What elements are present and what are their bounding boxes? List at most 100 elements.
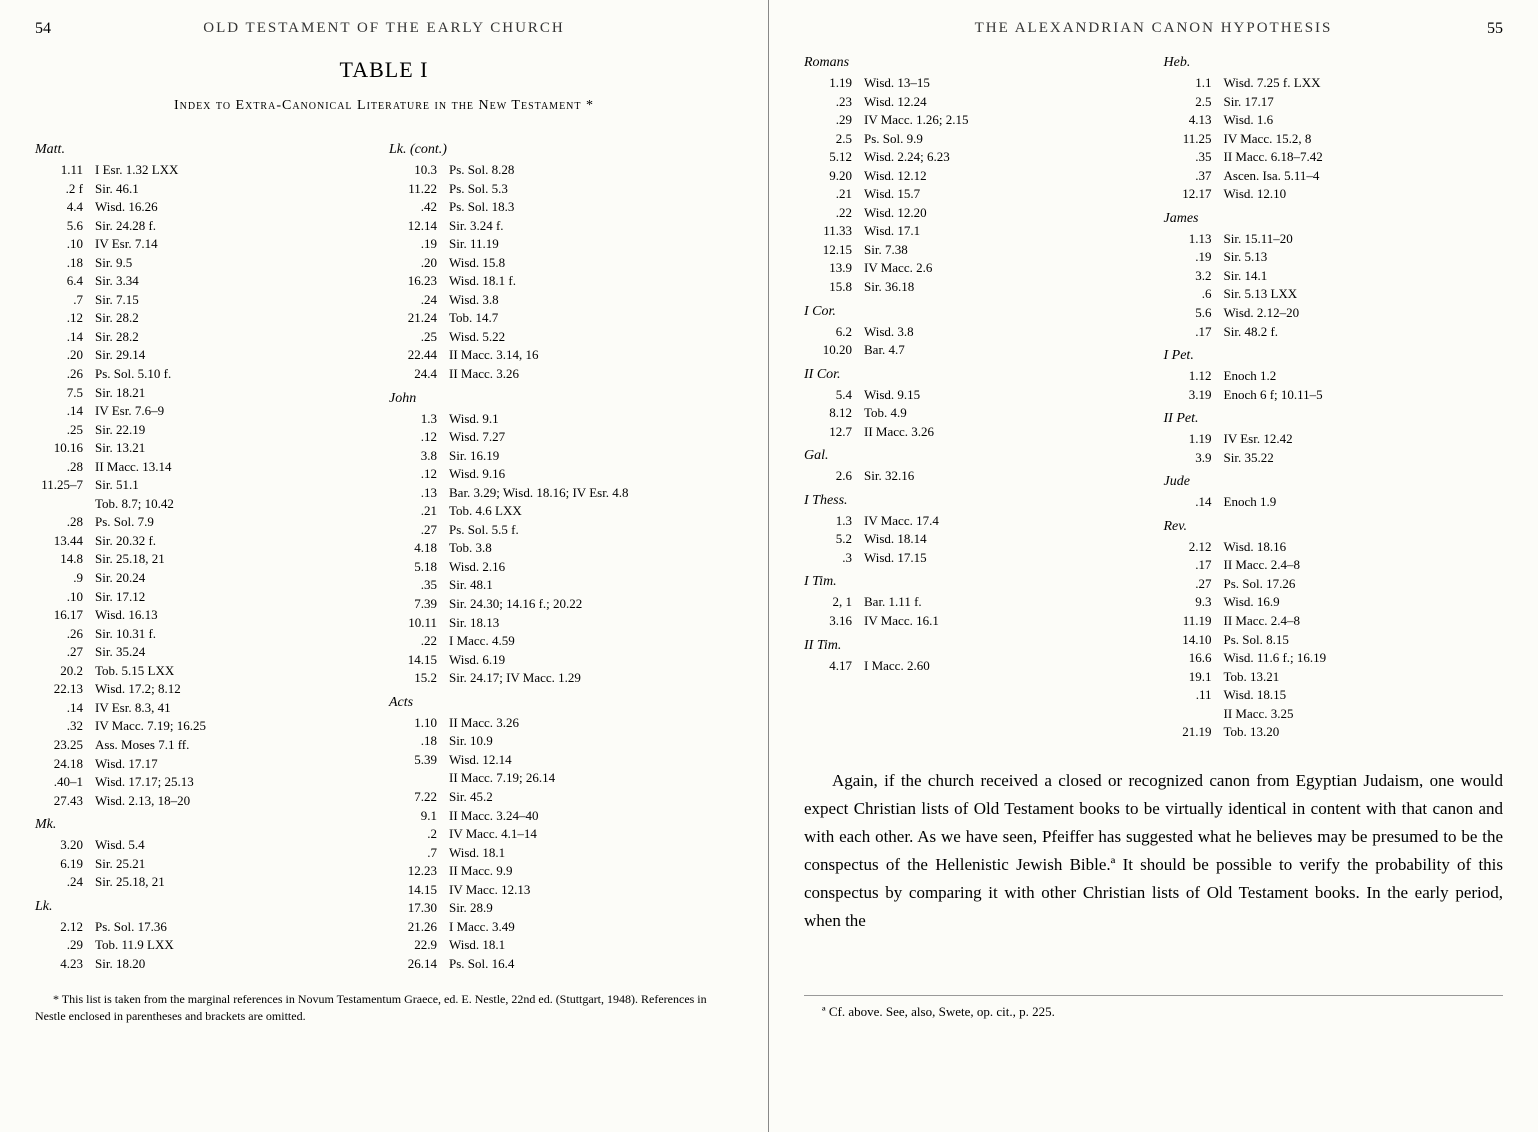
index-entry: .14Sir. 28.2 [35, 328, 379, 346]
reference-text: Sir. 45.2 [449, 788, 733, 806]
verse-number: 5.6 [1164, 304, 1224, 322]
verse-number: 4.18 [389, 539, 449, 557]
reference-text: Sir. 3.34 [95, 272, 379, 290]
index-entry: .32IV Macc. 7.19; 16.25 [35, 717, 379, 735]
verse-number: 12.17 [1164, 185, 1224, 203]
index-entry: 1.19Wisd. 13–15 [804, 74, 1144, 92]
index-entry: 14.10Ps. Sol. 8.15 [1164, 631, 1504, 649]
verse-number: .17 [1164, 323, 1224, 341]
index-entry: 7.22Sir. 45.2 [389, 788, 733, 806]
index-entry: .14Enoch 1.9 [1164, 493, 1504, 511]
reference-text: Sir. 36.18 [864, 278, 1144, 296]
index-entry: 1.19IV Esr. 12.42 [1164, 430, 1504, 448]
reference-text: Bar. 1.11 f. [864, 593, 1144, 611]
index-entry: 1.3IV Macc. 17.4 [804, 512, 1144, 530]
reference-text: I Macc. 2.60 [864, 657, 1144, 675]
reference-text: Wisd. 16.9 [1224, 593, 1504, 611]
reference-text: Sir. 11.19 [449, 235, 733, 253]
reference-text: II Macc. 3.26 [864, 423, 1144, 441]
reference-text: Sir. 28.2 [95, 328, 379, 346]
reference-text: IV Esr. 7.14 [95, 235, 379, 253]
index-entry: .19Sir. 5.13 [1164, 248, 1504, 266]
verse-number [1164, 705, 1224, 723]
verse-number: .35 [1164, 148, 1224, 166]
reference-text: Wisd. 5.4 [95, 836, 379, 854]
verse-number: 12.7 [804, 423, 864, 441]
index-entry: .22Wisd. 12.20 [804, 204, 1144, 222]
book-heading: Heb. [1164, 55, 1504, 71]
book-heading: I Pet. [1164, 348, 1504, 364]
verse-number: .22 [804, 204, 864, 222]
reference-text: Sir. 20.24 [95, 569, 379, 587]
verse-number: .40–1 [35, 773, 95, 791]
verse-number: 21.24 [389, 309, 449, 327]
index-entry: .35Sir. 48.1 [389, 576, 733, 594]
verse-number: .29 [804, 111, 864, 129]
verse-number: 19.1 [1164, 668, 1224, 686]
verse-number: .24 [35, 873, 95, 891]
reference-text: Wisd. 11.6 f.; 16.19 [1224, 649, 1504, 667]
index-entry: 22.13Wisd. 17.2; 8.12 [35, 680, 379, 698]
verse-number: 7.39 [389, 595, 449, 613]
reference-text: Wisd. 17.17; 25.13 [95, 773, 379, 791]
verse-number: 11.33 [804, 222, 864, 240]
index-entry: 24.18Wisd. 17.17 [35, 755, 379, 773]
verse-number: 16.6 [1164, 649, 1224, 667]
verse-number: .14 [35, 402, 95, 420]
reference-text: Ps. Sol. 5.3 [449, 180, 733, 198]
reference-text: Wisd. 18.14 [864, 530, 1144, 548]
index-entry: 10.16Sir. 13.21 [35, 439, 379, 457]
reference-text: Tob. 11.9 LXX [95, 936, 379, 954]
index-entry: 9.1II Macc. 3.24–40 [389, 807, 733, 825]
reference-text: Bar. 4.7 [864, 341, 1144, 359]
verse-number: 5.39 [389, 751, 449, 769]
book-heading: II Tim. [804, 638, 1144, 654]
reference-text: Sir. 35.24 [95, 643, 379, 661]
verse-number: 23.25 [35, 736, 95, 754]
index-entry: .20Wisd. 15.8 [389, 254, 733, 272]
verse-number: 1.12 [1164, 367, 1224, 385]
reference-text: Tob. 13.20 [1224, 723, 1504, 741]
reference-text: Tob. 8.7; 10.42 [95, 495, 379, 513]
reference-text: Enoch 1.9 [1224, 493, 1504, 511]
verse-number: 9.20 [804, 167, 864, 185]
index-entry: 26.14Ps. Sol. 16.4 [389, 955, 733, 973]
verse-number: .20 [389, 254, 449, 272]
verse-number: .28 [35, 458, 95, 476]
verse-number: .42 [389, 198, 449, 216]
verse-number: 6.4 [35, 272, 95, 290]
index-entry: 1.13Sir. 15.11–20 [1164, 230, 1504, 248]
verse-number: 6.2 [804, 323, 864, 341]
reference-text: Sir. 25.18, 21 [95, 550, 379, 568]
verse-number: 2.12 [35, 918, 95, 936]
book-heading: II Pet. [1164, 411, 1504, 427]
table-subtitle: Index to Extra-Canonical Literature in t… [35, 98, 733, 114]
verse-number: 21.19 [1164, 723, 1224, 741]
left-page: 54 OLD TESTAMENT OF THE EARLY CHURCH TAB… [0, 0, 769, 1132]
verse-number: 9.1 [389, 807, 449, 825]
verse-number: 2.5 [1164, 93, 1224, 111]
index-entry: 4.13Wisd. 1.6 [1164, 111, 1504, 129]
index-entry: 9.20Wisd. 12.12 [804, 167, 1144, 185]
index-entry: 22.44II Macc. 3.14, 16 [389, 346, 733, 364]
index-entry: 11.33Wisd. 17.1 [804, 222, 1144, 240]
index-entry: .40–1Wisd. 17.17; 25.13 [35, 773, 379, 791]
verse-number: .27 [389, 521, 449, 539]
index-entry: .12Wisd. 9.16 [389, 465, 733, 483]
index-entry: 16.6Wisd. 11.6 f.; 16.19 [1164, 649, 1504, 667]
reference-text: Sir. 10.31 f. [95, 625, 379, 643]
reference-text: IV Esr. 8.3, 41 [95, 699, 379, 717]
index-entry: 10.20Bar. 4.7 [804, 341, 1144, 359]
verse-number: 4.13 [1164, 111, 1224, 129]
reference-text: Sir. 32.16 [864, 467, 1144, 485]
reference-text: IV Macc. 12.13 [449, 881, 733, 899]
index-entry: 24.4II Macc. 3.26 [389, 365, 733, 383]
verse-number: 1.19 [804, 74, 864, 92]
index-entry: 12.17Wisd. 12.10 [1164, 185, 1504, 203]
reference-text: Wisd. 7.27 [449, 428, 733, 446]
verse-number: .37 [1164, 167, 1224, 185]
verse-number: .18 [35, 254, 95, 272]
index-entry: 4.18Tob. 3.8 [389, 539, 733, 557]
verse-number: .18 [389, 732, 449, 750]
index-entry: 12.14Sir. 3.24 f. [389, 217, 733, 235]
